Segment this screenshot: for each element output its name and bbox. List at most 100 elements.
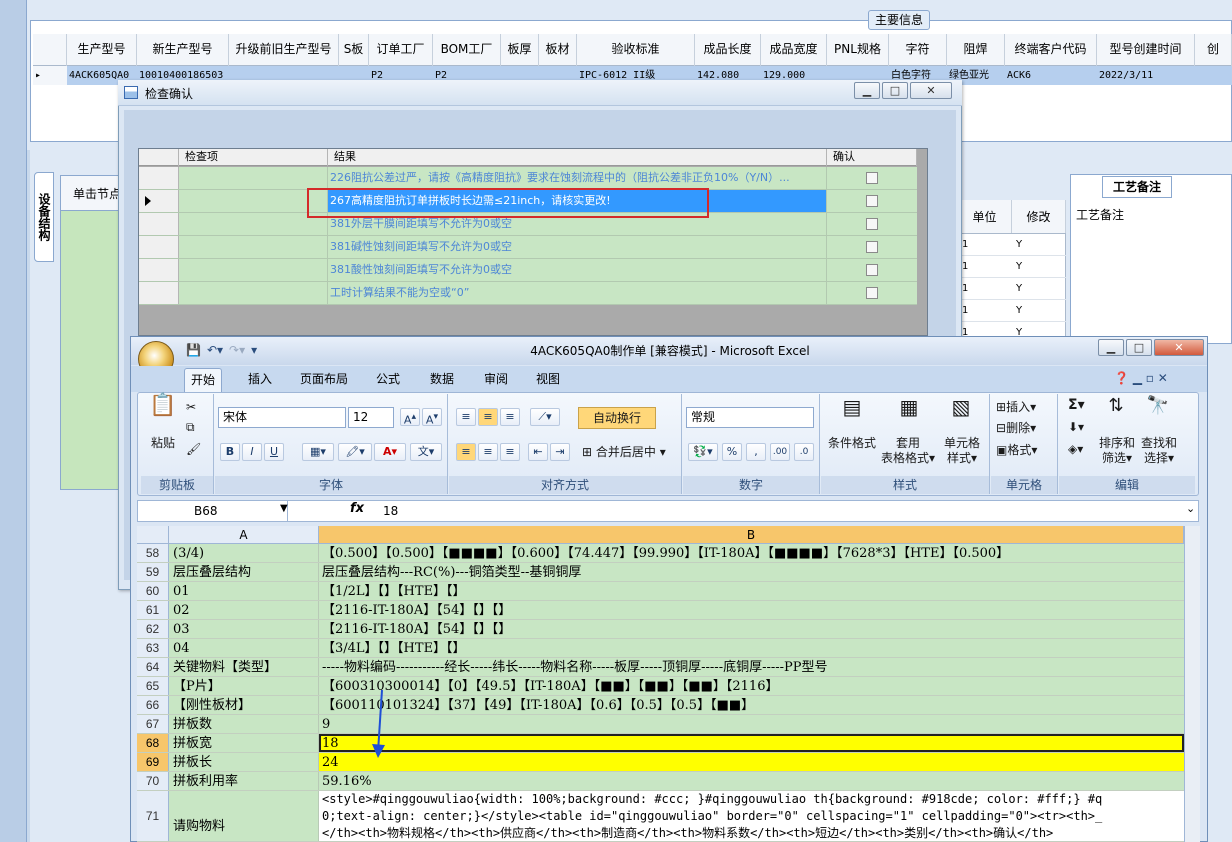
table-row[interactable]: 1Y [958, 278, 1066, 300]
cell-a[interactable]: 拼板数 [169, 715, 319, 733]
check-item-cell[interactable] [179, 236, 328, 258]
confirm-cell[interactable] [827, 167, 917, 189]
row-number[interactable]: 62 [137, 620, 169, 638]
table-row[interactable]: 工时计算结果不能为空或“0” [139, 282, 917, 305]
col-header-check-item[interactable]: 检查项 [179, 149, 328, 166]
tab-review[interactable]: 审阅 [478, 368, 514, 392]
undo-icon[interactable]: ↶▾ [207, 343, 223, 359]
col-header[interactable]: 生产型号 [67, 34, 137, 66]
row-number[interactable]: 59 [137, 563, 169, 581]
redo-icon[interactable]: ↷▾ [229, 343, 245, 359]
maximize-icon[interactable]: □ [1126, 339, 1152, 356]
cell-b[interactable]: 【2116-IT-180A】【54】【】【】 [319, 620, 1184, 638]
sheet-row-highlighted[interactable]: 69 拼板长 24 [137, 753, 1184, 772]
col-header[interactable]: 验收标准 [577, 34, 695, 66]
col-header[interactable]: 型号创建时间 [1097, 34, 1195, 66]
cell-b[interactable]: <style>#qinggouwuliao{width: 100%;backgr… [319, 791, 1184, 841]
col-header[interactable]: S板 [339, 34, 369, 66]
vertical-scrollbar[interactable] [1184, 526, 1200, 842]
col-header[interactable]: 订单工厂 [369, 34, 433, 66]
customize-qat-icon[interactable]: ▾ [251, 343, 257, 359]
format-painter-icon[interactable]: 🖌 [186, 442, 201, 457]
increase-decimal-icon[interactable]: .00 [770, 443, 790, 461]
formula-input[interactable]: 18 [383, 501, 398, 521]
row-number[interactable]: 66 [137, 696, 169, 714]
cell-a[interactable]: 拼板长 [169, 753, 319, 771]
col-header[interactable]: 成品宽度 [761, 34, 827, 66]
currency-icon[interactable]: 💱▾ [688, 443, 718, 461]
check-item-cell[interactable] [179, 190, 328, 212]
shrink-font-icon[interactable]: A▾ [422, 408, 442, 427]
conditional-format-button[interactable]: 条件格式 [824, 436, 880, 451]
cell-b-selected[interactable]: 18 [319, 734, 1184, 752]
col-header-modify[interactable]: 修改 [1012, 200, 1066, 233]
sheet-row[interactable]: 64 关键物料【类型】 -----物料编码-----------经长-----纬长-… [137, 658, 1184, 677]
cell-a[interactable]: 拼板利用率 [169, 772, 319, 790]
sheet-row[interactable]: 61 02 【2116-IT-180A】【54】【】【】 [137, 601, 1184, 620]
name-box-dropdown-icon[interactable]: ▼ [280, 503, 288, 514]
row-header[interactable] [139, 259, 179, 281]
col-header[interactable]: BOM工厂 [433, 34, 501, 66]
table-row[interactable]: 226阻抗公差过严，请按《高精度阻抗》要求在蚀刻流程中的（阻抗公差非正负10%（… [139, 167, 917, 190]
select-all-corner[interactable] [137, 526, 169, 543]
conditional-format-icon[interactable]: ▤ [832, 397, 872, 417]
cell-a[interactable]: 04 [169, 639, 319, 657]
cell-a[interactable]: (3/4) [169, 544, 319, 562]
sheet-row[interactable]: 60 01 【1/2L】【】【HTE】【】 [137, 582, 1184, 601]
format-as-table-icon[interactable]: ▦ [894, 397, 924, 417]
tab-insert[interactable]: 插入 [242, 368, 278, 392]
cell[interactable]: ACK6 [1005, 66, 1097, 85]
cut-icon[interactable]: ✂ [186, 400, 196, 415]
result-cell[interactable]: 381酸性蚀刻间距填写不允许为0或空 [328, 259, 827, 281]
row-number[interactable]: 60 [137, 582, 169, 600]
confirm-cell[interactable] [827, 190, 917, 212]
row-number[interactable]: 71 [137, 791, 169, 841]
dialog-titlebar[interactable] [118, 80, 962, 106]
clear-icon[interactable]: ◈▾ [1068, 442, 1083, 457]
result-cell[interactable]: 226阻抗公差过严，请按《高精度阻抗》要求在蚀刻流程中的（阻抗公差非正负10%（… [328, 167, 827, 189]
sheet-row[interactable]: 58 (3/4) 【0.500】【0.500】【■■■■】【0.600】【74.44… [137, 544, 1184, 563]
sort-filter-icon[interactable]: ⇅ [1104, 397, 1128, 415]
confirm-checkbox[interactable] [866, 195, 878, 207]
sheet-row[interactable]: 65 【P片】 【600310300014】【0】【49.5】【IT-180A】【■… [137, 677, 1184, 696]
row-header[interactable] [139, 236, 179, 258]
table-row[interactable]: 1Y [958, 300, 1066, 322]
cell-b[interactable]: -----物料编码-----------经长-----纬长-----物料名称--… [319, 658, 1184, 676]
tab-home[interactable]: 开始 [184, 368, 223, 392]
sheet-row[interactable]: 62 03 【2116-IT-180A】【54】【】【】 [137, 620, 1184, 639]
sheet-row[interactable]: 70 拼板利用率 59.16% [137, 772, 1184, 791]
font-color-icon[interactable]: A▾ [374, 443, 406, 461]
cell-b[interactable]: 9 [319, 715, 1184, 733]
col-header-result[interactable]: 结果 [328, 149, 827, 166]
table-row[interactable]: 381酸性蚀刻间距填写不允许为0或空 [139, 259, 917, 282]
align-right-icon[interactable]: ≡ [500, 443, 520, 461]
bold-icon[interactable]: B [220, 443, 240, 461]
sheet-row-highlighted[interactable]: 68 拼板宽 18 [137, 734, 1184, 753]
confirm-checkbox[interactable] [866, 264, 878, 276]
confirm-cell[interactable] [827, 259, 917, 281]
name-box[interactable]: B68 [138, 501, 288, 521]
col-header[interactable]: 板材 [539, 34, 577, 66]
tab-formulas[interactable]: 公式 [370, 368, 406, 392]
check-item-cell[interactable] [179, 167, 328, 189]
format-as-table-button[interactable]: 套用 表格格式▾ [878, 436, 938, 466]
row-number[interactable]: 65 [137, 677, 169, 695]
row-header[interactable] [139, 213, 179, 235]
font-name-select[interactable]: 宋体 [218, 407, 346, 428]
increase-indent-icon[interactable]: ⇥ [550, 443, 570, 461]
col-header[interactable]: 字符 [889, 34, 947, 66]
delete-cells-button[interactable]: ⊟删除▾ [996, 421, 1036, 436]
percent-icon[interactable]: % [722, 443, 742, 461]
cell-b[interactable]: 【1/2L】【】【HTE】【】 [319, 582, 1184, 600]
cell-styles-button[interactable]: 单元格 样式▾ [938, 436, 986, 466]
fill-color-icon[interactable]: 🖍▾ [338, 443, 372, 461]
col-header[interactable]: 成品长度 [695, 34, 761, 66]
col-header[interactable]: 升级前旧生产型号 [229, 34, 339, 66]
confirm-cell[interactable] [827, 236, 917, 258]
align-center-icon[interactable]: ≡ [478, 443, 498, 461]
close-icon[interactable]: ✕ [1154, 339, 1204, 356]
col-header[interactable]: PNL规格 [827, 34, 889, 66]
expand-formula-bar-icon[interactable]: ⌄ [1186, 502, 1195, 515]
confirm-cell[interactable] [827, 213, 917, 235]
paste-button[interactable]: 粘贴 [146, 436, 180, 451]
